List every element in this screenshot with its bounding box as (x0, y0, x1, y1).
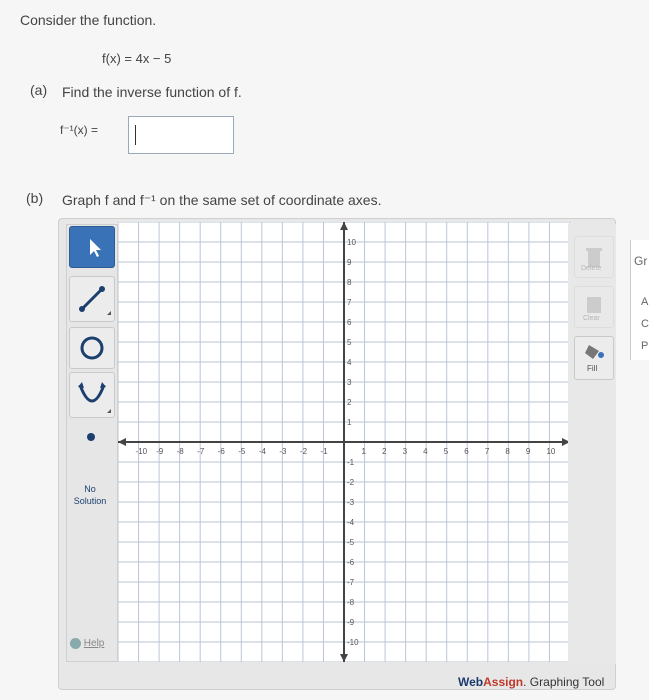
y-tick-label: -7 (347, 578, 355, 587)
part-b-tag: (b) (26, 190, 44, 206)
delete-label: Delete (581, 265, 602, 272)
brand-web: Web (458, 675, 484, 689)
fill-button[interactable]: Fill (574, 336, 614, 380)
x-tick-label: 6 (464, 447, 469, 456)
point-tool[interactable] (69, 420, 113, 454)
clear-label: Clear (583, 315, 600, 322)
x-tick-label: 2 (382, 447, 387, 456)
x-tick-label: 1 (362, 447, 367, 456)
help-button[interactable]: Help (70, 638, 104, 649)
inverse-answer-input[interactable] (128, 116, 234, 154)
y-tick-label: -1 (347, 458, 355, 467)
clear-button[interactable]: Clear (574, 286, 614, 328)
circle-tool[interactable] (69, 327, 115, 369)
x-tick-label: -10 (136, 447, 148, 456)
side-item-0: Gr (634, 254, 648, 268)
x-tick-label: -5 (238, 447, 246, 456)
y-tick-label: 7 (347, 298, 352, 307)
y-tick-label: 8 (347, 278, 352, 287)
x-tick-label: 5 (444, 447, 449, 456)
brand-suffix: . Graphing Tool (523, 675, 605, 689)
inverse-label: f⁻¹(x) = (60, 123, 98, 137)
x-tick-label: -6 (218, 447, 226, 456)
y-tick-label: -9 (347, 618, 355, 627)
y-tick-label: -6 (347, 558, 355, 567)
arrow-cursor-icon (90, 239, 101, 257)
parabola-icon (78, 382, 111, 413)
y-tick-label: -2 (347, 478, 355, 487)
line-tool[interactable] (69, 276, 115, 322)
y-tick-label: -8 (347, 598, 355, 607)
y-tick-label: 3 (347, 378, 352, 387)
y-tick-label: -5 (347, 538, 355, 547)
side-item-3: P (641, 340, 649, 352)
y-tick-label: 5 (347, 338, 352, 347)
part-a-tag: (a) (30, 82, 48, 98)
part-b-text: Graph f and f⁻¹ on the same set of coord… (62, 192, 382, 208)
y-tick-label: 4 (347, 358, 352, 367)
delete-button[interactable]: Delete (574, 236, 614, 278)
help-icon (70, 638, 81, 649)
x-tick-label: 3 (403, 447, 408, 456)
x-tick-label: -8 (177, 447, 185, 456)
y-tick-label: 10 (347, 238, 356, 247)
y-tick-label: -3 (347, 498, 355, 507)
y-tick-label: 1 (347, 418, 352, 427)
question-page: Consider the function. f(x) = 4x − 5 (a)… (0, 0, 649, 700)
side-panel: Gr A C P (630, 240, 649, 360)
webassign-footer: WebAssign. Graphing Tool (458, 675, 604, 689)
fill-label: Fill (587, 364, 598, 373)
brand-assign: Assign (483, 675, 524, 689)
x-tick-label: 9 (526, 447, 531, 456)
no-solution-label: No Solution (73, 484, 107, 506)
text-caret (135, 125, 136, 145)
y-tick-label: 9 (347, 258, 352, 267)
x-tick-label: -4 (259, 447, 267, 456)
paint-bucket-icon (585, 345, 604, 359)
side-item-2: C (641, 318, 649, 330)
x-tick-label: -9 (156, 447, 164, 456)
y-tick-label: -4 (347, 518, 355, 527)
part-a-text: Find the inverse function of f. (62, 84, 242, 100)
parabola-tool[interactable] (69, 372, 115, 418)
x-tick-label: -2 (300, 447, 308, 456)
y-tick-label: -10 (347, 638, 359, 647)
function-display: f(x) = 4x − 5 (102, 51, 172, 66)
x-tick-label: 7 (485, 447, 490, 456)
x-tick-label: 4 (423, 447, 428, 456)
x-tick-label: -3 (279, 447, 287, 456)
x-tick-label: -1 (320, 447, 328, 456)
no-solution-button[interactable]: No Solution (67, 478, 113, 514)
y-tick-label: 2 (347, 398, 352, 407)
help-label: Help (83, 638, 105, 650)
point-icon (87, 433, 95, 441)
x-tick-label: 8 (505, 447, 510, 456)
line-icon (79, 286, 111, 315)
y-tick-label: 6 (347, 318, 352, 327)
x-tick-label: -7 (197, 447, 205, 456)
side-item-1: A (641, 296, 649, 308)
pointer-tool[interactable] (69, 226, 115, 268)
x-tick-label: 10 (546, 447, 555, 456)
coordinate-grid[interactable]: -10 -9 -8 -7 -6 -5 -4 -3 -2 -1 1 2 3 4 5 6 7 8 9 10 10 9 8 7 6 5 4… (118, 222, 570, 662)
prompt-text: Consider the function. (20, 12, 157, 28)
circle-icon (80, 336, 104, 360)
